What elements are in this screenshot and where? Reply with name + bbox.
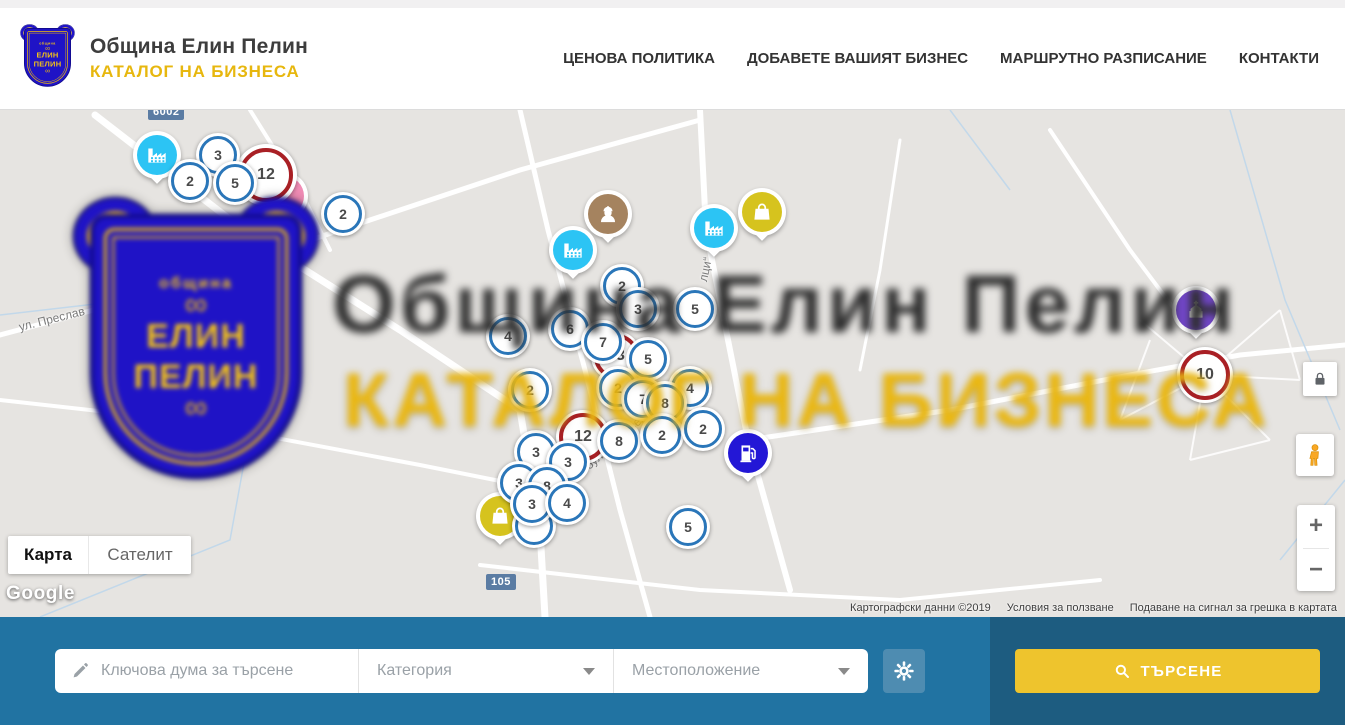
pin-head xyxy=(1172,286,1220,334)
top-strip xyxy=(0,0,1345,8)
cluster-marker[interactable]: 2 xyxy=(321,192,365,236)
category-select[interactable]: Категория xyxy=(358,649,613,693)
advanced-settings-button[interactable] xyxy=(883,649,925,693)
pegman-button[interactable] xyxy=(1296,434,1334,476)
satellite-view-button[interactable]: Сателит xyxy=(89,536,191,574)
emblem-shield: община ЕЛИН ПЕЛИН xyxy=(24,28,71,87)
fuel-pin-marker[interactable] xyxy=(724,429,772,491)
cluster-marker[interactable]: 3 xyxy=(616,287,660,331)
cluster-count: 5 xyxy=(676,290,715,329)
cluster-count: 2 xyxy=(643,416,682,455)
nav-item-2[interactable]: ДОБАВЕТЕ ВАШИЯТ БИЗНЕС xyxy=(747,50,968,67)
cluster-marker[interactable]: 2 xyxy=(681,407,725,451)
report-error-link[interactable]: Подаване на сигнал за грешка в картата xyxy=(1130,602,1337,614)
cluster-count: 2 xyxy=(684,410,723,449)
search-action-panel: ТЪРСЕНЕ xyxy=(990,617,1345,725)
cluster-count: 4 xyxy=(489,317,528,356)
map-view-button[interactable]: Карта xyxy=(8,536,89,574)
cluster-marker[interactable]: 5 xyxy=(213,161,257,205)
pegman-icon xyxy=(1302,440,1328,470)
search-button[interactable]: ТЪРСЕНЕ xyxy=(1015,649,1320,693)
keyword-input[interactable] xyxy=(99,661,358,681)
cluster-count: 3 xyxy=(619,290,658,329)
padlock-icon xyxy=(1311,370,1329,388)
cluster-count: 2 xyxy=(511,371,550,410)
bag-icon xyxy=(742,192,782,232)
cluster-count: 4 xyxy=(548,484,587,523)
search-button-label: ТЪРСЕНЕ xyxy=(1141,663,1223,680)
municipality-emblem-icon: община ЕЛИН ПЕЛИН xyxy=(24,28,74,90)
cluster-marker[interactable]: 5 xyxy=(673,287,717,331)
header: община ЕЛИН ПЕЛИН Община Елин Пелин КАТА… xyxy=(0,8,1345,110)
zoom-in-button[interactable]: + xyxy=(1297,505,1335,548)
keyword-segment xyxy=(55,649,358,693)
emblem-flourish-icon xyxy=(45,45,50,50)
cluster-marker[interactable]: 8 xyxy=(597,419,641,463)
map-canvas[interactable]: 6002 105 ул. Преслав бул. „Новоселци“ лц… xyxy=(0,110,1345,617)
factory-pin-marker[interactable] xyxy=(690,204,738,266)
pin-head xyxy=(724,429,772,477)
site-logo[interactable]: община ЕЛИН ПЕЛИН Община Елин Пелин КАТА… xyxy=(24,28,308,90)
church-pin-marker[interactable] xyxy=(1172,286,1220,348)
lock-button[interactable] xyxy=(1303,362,1337,396)
cluster-count: 7 xyxy=(584,323,623,362)
cluster-marker[interactable]: 7 xyxy=(581,320,625,364)
pin-head xyxy=(738,188,786,236)
bag-pin-marker[interactable] xyxy=(738,188,786,250)
cluster-marker[interactable]: 2 xyxy=(640,413,684,457)
emblem-name-line1: ЕЛИН xyxy=(36,50,58,58)
cluster-marker[interactable]: 5 xyxy=(666,505,710,549)
map-attribution: Картографски данни ©2019 Условия за полз… xyxy=(850,602,1337,614)
cluster-marker[interactable]: 4 xyxy=(486,314,530,358)
site-title: Община Елин Пелин xyxy=(90,35,308,59)
cluster-count: 2 xyxy=(324,195,363,234)
location-select-value: Местоположение xyxy=(632,662,760,680)
gear-icon xyxy=(893,660,915,682)
emblem-flourish-icon xyxy=(45,68,50,73)
cluster-marker[interactable]: 2 xyxy=(508,368,552,412)
google-logo[interactable]: Google xyxy=(6,583,75,605)
location-select[interactable]: Местоположение xyxy=(613,649,868,693)
chevron-down-icon xyxy=(838,668,850,675)
cluster-count: 2 xyxy=(171,162,210,201)
search-bar: Категория Местоположение xyxy=(0,617,1345,725)
zoom-out-button[interactable]: − xyxy=(1297,549,1335,592)
cluster-count: 8 xyxy=(600,422,639,461)
cluster-marker[interactable]: 2 xyxy=(168,159,212,203)
cluster-count: 5 xyxy=(669,508,708,547)
church-icon xyxy=(1176,290,1216,330)
search-icon xyxy=(1113,662,1131,680)
nav-item-1[interactable]: ЦЕНОВА ПОЛИТИКА xyxy=(563,50,715,67)
factory-pin-marker[interactable] xyxy=(549,226,597,288)
pencil-icon xyxy=(71,662,89,680)
nav-item-3[interactable]: МАРШРУТНО РАЗПИСАНИЕ xyxy=(1000,50,1207,67)
main-nav: ЦЕНОВА ПОЛИТИКА ДОБАВЕТЕ ВАШИЯТ БИЗНЕС МАР… xyxy=(563,50,1319,67)
factory-icon xyxy=(694,208,734,248)
site-subtitle: КАТАЛОГ НА БИЗНЕСА xyxy=(90,62,308,82)
search-pill: Категория Местоположение xyxy=(55,649,868,693)
pin-head xyxy=(690,204,738,252)
fuel-icon xyxy=(728,433,768,473)
markers-layer: 1232522351367542274812822333834510 xyxy=(0,110,1345,617)
category-select-value: Категория xyxy=(377,662,452,680)
cluster-count: 5 xyxy=(216,164,255,203)
cluster-count: 10 xyxy=(1180,350,1229,399)
zoom-control: + − xyxy=(1297,505,1335,591)
cluster-marker[interactable]: 4 xyxy=(545,481,589,525)
search-fields-panel: Категория Местоположение xyxy=(0,617,990,725)
chevron-down-icon xyxy=(583,668,595,675)
factory-icon xyxy=(553,230,593,270)
attribution-copyright: Картографски данни ©2019 xyxy=(850,602,991,614)
terms-link[interactable]: Условия за ползване xyxy=(1007,602,1114,614)
pin-head xyxy=(549,226,597,274)
map-type-control: Карта Сателит xyxy=(8,536,191,574)
nav-item-4[interactable]: КОНТАКТИ xyxy=(1239,50,1319,67)
cluster-marker[interactable]: 10 xyxy=(1177,347,1233,403)
